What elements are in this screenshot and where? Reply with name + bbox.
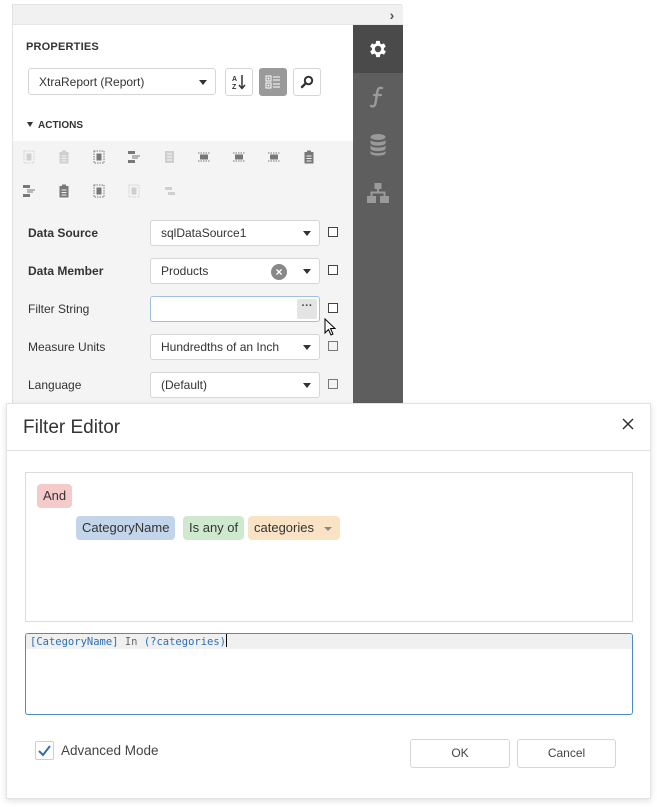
bring-to-front-icon — [162, 184, 176, 198]
data-member-dropdown[interactable]: Products × — [150, 258, 320, 284]
data-member-checkbox[interactable] — [328, 265, 338, 275]
expression-line: [CategoryName] In (?categories) — [26, 634, 632, 649]
condition-field-chip[interactable]: CategoryName — [76, 516, 176, 540]
align-left-2-icon[interactable] — [22, 184, 36, 198]
expression-field-token: [CategoryName] — [30, 636, 119, 648]
filter-string-field[interactable]: ··· — [150, 296, 320, 322]
horizontal-spacing-increase-icon[interactable] — [232, 150, 246, 164]
measure-units-value: Hundredths of an Inch — [161, 340, 280, 354]
chevron-down-icon — [323, 527, 332, 531]
center-horizontally-icon[interactable] — [92, 150, 106, 164]
properties-title: PROPERTIES — [26, 41, 99, 53]
tab-report-explorer[interactable] — [353, 169, 403, 217]
prop-label-measure-units: Measure Units — [28, 340, 106, 354]
data-source-value: sqlDataSource1 — [161, 226, 247, 240]
clear-icon[interactable]: × — [271, 264, 287, 280]
function-icon — [369, 86, 384, 108]
actions-title-label: ACTIONS — [38, 120, 83, 131]
search-button[interactable] — [293, 68, 321, 96]
align-left-icon[interactable] — [127, 150, 141, 164]
cancel-button[interactable]: Cancel — [517, 739, 616, 768]
data-member-value: Products — [161, 264, 209, 278]
chevron-right-icon[interactable]: › — [383, 5, 401, 25]
condition-value-chip[interactable]: categories — [248, 516, 340, 540]
expression-param-token: (?categories) — [143, 636, 227, 648]
prop-label-data-member: Data Member — [28, 264, 104, 278]
vertical-spacing-equal-icon[interactable] — [57, 184, 71, 198]
advanced-mode-label: Advanced Mode — [61, 743, 159, 758]
chevron-down-icon — [303, 345, 311, 350]
chevron-down-icon — [303, 269, 311, 274]
language-dropdown[interactable]: (Default) — [150, 372, 320, 398]
document-icon — [162, 150, 176, 164]
chevron-down-icon — [303, 231, 311, 236]
side-tabs — [353, 25, 403, 405]
data-source-checkbox[interactable] — [328, 227, 338, 237]
advanced-mode-checkbox[interactable] — [35, 741, 54, 760]
group-operator-chip[interactable]: And — [37, 484, 73, 508]
sort-az-icon: A Z — [232, 75, 246, 91]
mouse-cursor-icon — [324, 318, 337, 336]
text-caret — [226, 634, 228, 647]
collapse-triangle-icon — [27, 122, 33, 127]
condition-operator-chip[interactable]: Is any of — [183, 516, 245, 540]
chevron-down-icon — [199, 79, 207, 85]
expression-editor[interactable]: [CategoryName] In (?categories) — [25, 633, 633, 715]
chevron-down-icon — [303, 383, 311, 388]
dialog-divider — [7, 450, 650, 451]
prop-label-filter-string: Filter String — [28, 302, 90, 316]
search-icon — [300, 75, 314, 89]
hierarchy-icon — [367, 183, 389, 203]
center-vertically-icon[interactable] — [92, 184, 106, 198]
clipboard-icon[interactable] — [302, 150, 316, 164]
ellipsis-button[interactable]: ··· — [297, 299, 317, 319]
tab-properties[interactable] — [353, 25, 403, 73]
prop-label-language: Language — [28, 378, 82, 392]
close-icon[interactable] — [620, 416, 636, 432]
svg-text:A: A — [232, 76, 237, 83]
ok-button[interactable]: OK — [410, 739, 510, 768]
language-checkbox[interactable] — [328, 379, 338, 389]
properties-panel: › PROPERTIES XtraReport (Report) A Z ACT… — [12, 4, 403, 405]
tab-field-list[interactable] — [353, 121, 403, 169]
database-icon — [370, 134, 386, 156]
object-selector-value: XtraReport (Report) — [39, 74, 145, 89]
filter-tree: And CategoryName Is any of categories — [25, 472, 633, 622]
horizontal-spacing-decrease-icon[interactable] — [267, 150, 281, 164]
checkmark-icon — [38, 745, 51, 757]
gear-icon — [370, 40, 386, 58]
data-source-dropdown[interactable]: sqlDataSource1 — [150, 220, 320, 246]
filter-string-checkbox[interactable] — [328, 303, 338, 313]
measure-units-checkbox[interactable] — [328, 341, 338, 351]
horizontal-spacing-equal-icon[interactable] — [197, 150, 211, 164]
expression-keyword-token: In — [124, 636, 138, 648]
object-selector[interactable]: XtraReport (Report) — [28, 68, 216, 95]
tab-expressions[interactable] — [353, 73, 403, 121]
measure-units-dropdown[interactable]: Hundredths of an Inch — [150, 334, 320, 360]
condition-value-label: categories — [254, 520, 314, 535]
size-to-grid-icon — [57, 150, 71, 164]
sort-alphabetically-button[interactable]: A Z — [225, 68, 253, 96]
filter-editor-dialog: Filter Editor And CategoryName Is any of… — [6, 403, 651, 799]
categories-icon — [265, 75, 280, 89]
prop-label-data-source: Data Source — [28, 226, 99, 240]
remove-spacing-icon — [127, 184, 141, 198]
svg-text:Z: Z — [232, 84, 237, 91]
categorized-button[interactable] — [259, 68, 287, 96]
language-value: (Default) — [161, 378, 208, 392]
align-to-grid-icon — [22, 150, 36, 164]
actions-title: ACTIONS — [27, 120, 83, 131]
dialog-title: Filter Editor — [23, 417, 121, 438]
panel-top-bar: › — [13, 5, 403, 25]
actions-section-header[interactable]: ACTIONS — [13, 105, 353, 141]
